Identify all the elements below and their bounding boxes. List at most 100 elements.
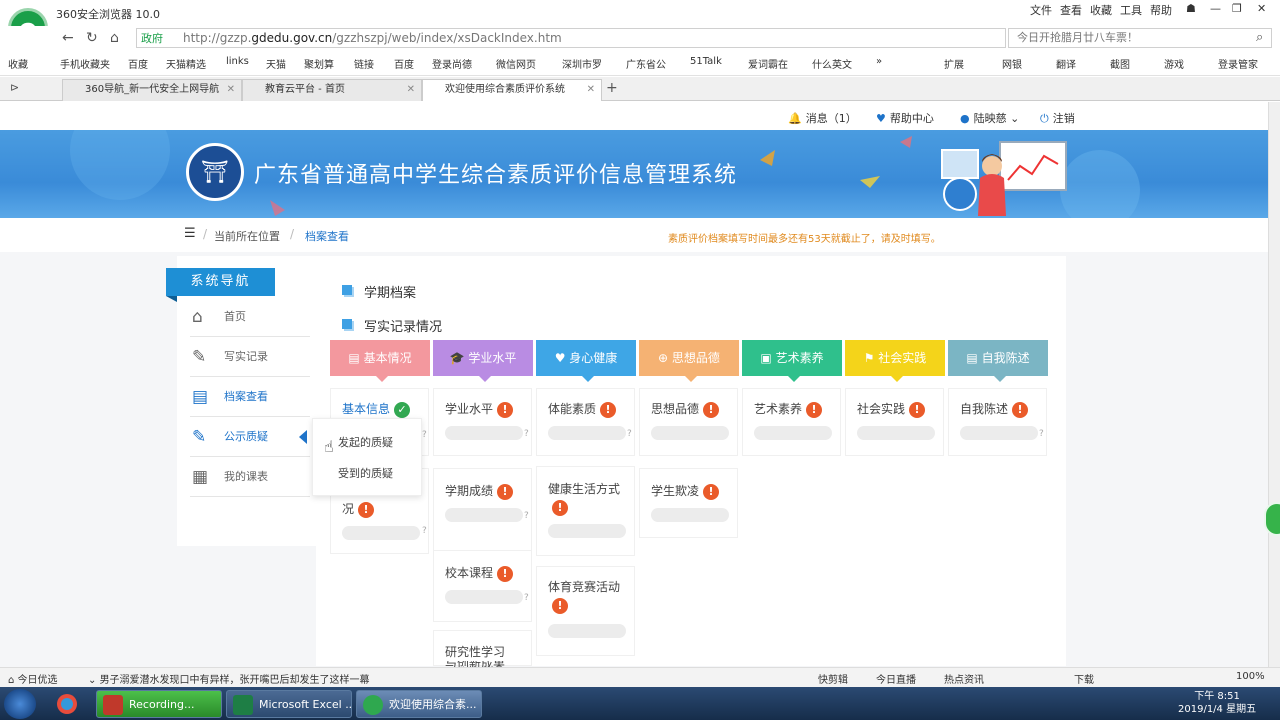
card-art[interactable] — [742, 388, 841, 456]
status-item[interactable]: 下载 — [1074, 671, 1094, 686]
close-tab-icon[interactable]: ✕ — [587, 80, 595, 100]
toolbar-item[interactable]: 截图 — [1110, 56, 1130, 71]
menu-favorites[interactable]: 收藏 — [1090, 2, 1112, 18]
address-input[interactable]: 政府 http://gzzp.gdedu.gov.cn/gzzhszpj/web… — [136, 28, 1006, 48]
menu-file[interactable]: 文件 — [1030, 2, 1052, 18]
category-morality[interactable]: ⊕ 思想品德 — [639, 340, 739, 382]
new-tab-icon[interactable]: + — [606, 80, 618, 96]
menu-icon[interactable]: ☰ — [184, 226, 196, 241]
home-browser-icon[interactable]: ⌂ — [110, 30, 119, 46]
bookmark-item[interactable]: 收藏 — [8, 56, 28, 71]
minimize-icon[interactable]: — — [1210, 2, 1221, 15]
breadcrumb-page[interactable]: 档案查看 — [305, 228, 349, 244]
toolbar-item[interactable]: 网银 — [1002, 56, 1022, 71]
bookmark-item[interactable]: 广东省公 — [626, 56, 666, 71]
help-icon[interactable]: ? — [627, 429, 632, 439]
help-icon[interactable]: ? — [422, 526, 427, 536]
help-icon[interactable]: ? — [524, 429, 529, 439]
submenu-received-queries[interactable]: 受到的质疑 — [338, 465, 393, 481]
category-art[interactable]: ▣ 艺术素养 — [742, 340, 842, 382]
menu-tools[interactable]: 工具 — [1120, 2, 1142, 18]
edit-icon: ✎ — [192, 347, 207, 367]
help-icon[interactable]: ? — [1039, 429, 1044, 439]
bookmark-item[interactable]: 聚划算 — [304, 56, 334, 71]
category-basic[interactable]: ▤ 基本情况 — [330, 340, 430, 382]
card-bullying[interactable] — [639, 468, 738, 538]
help-icon[interactable]: ? — [524, 593, 529, 603]
start-button-icon[interactable] — [4, 689, 36, 719]
card-self-statement[interactable] — [948, 388, 1047, 456]
bookmark-item[interactable]: 天猫精选 — [166, 56, 206, 71]
submenu-initiated-queries[interactable]: 发起的质疑 — [338, 434, 393, 450]
toolbar-item[interactable]: 游戏 — [1164, 56, 1184, 71]
toolbar-item[interactable]: 翻译 — [1056, 56, 1076, 71]
bookmark-item[interactable]: 百度 — [394, 56, 414, 71]
bookmark-item[interactable]: 百度 — [128, 56, 148, 71]
sidebar-item-archive[interactable]: ▤ 档案查看 — [190, 377, 310, 417]
toolbar-item[interactable]: 扩展 — [944, 56, 964, 71]
menu-help[interactable]: 帮助 — [1150, 2, 1172, 18]
category-health[interactable]: ♥ 身心健康 — [536, 340, 636, 382]
back-icon[interactable]: ← — [62, 30, 74, 46]
logout-link[interactable]: ⏻ 注销 — [1040, 110, 1075, 126]
maximize-icon[interactable]: ❐ — [1232, 2, 1242, 15]
breadcrumb-separator: / — [203, 227, 208, 241]
news-ticker[interactable]: ⌄ 男子溺爱潜水发现口中有异样，张开嘴巴后却发生了这样一幕 — [88, 671, 370, 686]
today-picks[interactable]: ⌂ 今日优选 — [8, 671, 58, 686]
help-icon[interactable]: ? — [524, 511, 529, 521]
tab-evaluation-system[interactable]: 欢迎使用综合素质评价系统 ✕ — [422, 79, 602, 101]
help-icon[interactable]: ? — [422, 430, 427, 440]
status-item[interactable]: 快剪辑 — [818, 671, 848, 686]
card-social[interactable] — [845, 388, 944, 456]
bookmark-item[interactable]: 链接 — [354, 56, 374, 71]
bookmark-item[interactable]: 爱词霸在 — [748, 56, 788, 71]
task-recording[interactable]: Recording... — [96, 690, 222, 718]
card-academic-level[interactable] — [433, 388, 532, 456]
user-menu[interactable]: ● 陆映慈 ⌄ — [960, 110, 1019, 126]
sidebar-toggle-icon[interactable]: ⊳ — [10, 81, 19, 94]
close-tab-icon[interactable]: ✕ — [227, 80, 235, 100]
zoom-level[interactable]: 100% — [1236, 671, 1265, 682]
sidebar-item-records[interactable]: ✎ 写实记录 — [190, 337, 310, 377]
category-academic[interactable]: 🎓 学业水平 — [433, 340, 533, 382]
bookmark-item[interactable]: 天猫 — [266, 56, 286, 71]
card-physical[interactable] — [536, 388, 635, 456]
sidebar-item-home[interactable]: ⌂ 首页 — [190, 297, 310, 337]
search-icon[interactable]: ⌕ — [1256, 30, 1263, 45]
close-tab-icon[interactable]: ✕ — [407, 80, 415, 100]
browser-search-input[interactable]: 今日开抢腊月廿八车票！ — [1008, 28, 1272, 48]
browser-pinned-icon[interactable] — [52, 690, 82, 718]
bookmark-item[interactable]: 51Talk — [690, 56, 722, 67]
category-self[interactable]: ▤ 自我陈述 — [948, 340, 1048, 382]
card-label[interactable]: 基本信息 ✓ — [342, 400, 411, 418]
system-clock[interactable]: 下午 8:51 2019/1/4 星期五 — [1178, 690, 1256, 716]
task-browser[interactable]: 欢迎使用综合素... — [356, 690, 482, 718]
tab-360-nav[interactable]: 360导航_新一代安全上网导航 ✕ — [62, 79, 242, 101]
sidebar-item-notice[interactable]: ✎ 公示质疑 — [190, 417, 310, 457]
window-skin-icon[interactable]: ☗ — [1186, 2, 1196, 15]
bookmark-item[interactable]: 什么英文 — [812, 56, 852, 71]
refresh-icon[interactable]: ↻ — [86, 30, 98, 46]
category-social[interactable]: ⚑ 社会实践 — [845, 340, 945, 382]
messages-link[interactable]: 🔔 消息（1） — [788, 110, 857, 126]
bookmark-item[interactable]: 微信网页 — [496, 56, 536, 71]
sidebar-item-schedule[interactable]: ▦ 我的课表 — [190, 457, 310, 497]
bookmark-item[interactable]: links — [226, 56, 249, 67]
task-excel[interactable]: Microsoft Excel ... — [226, 690, 352, 718]
warning-icon: ! — [497, 565, 514, 582]
toolbar-item[interactable]: 登录管家 — [1218, 56, 1258, 71]
page-scrollbar[interactable] — [1268, 102, 1280, 667]
bookmark-item[interactable]: 深圳市罗 — [562, 56, 602, 71]
menu-view[interactable]: 查看 — [1060, 2, 1082, 18]
bookmarks-more-icon[interactable]: » — [876, 56, 882, 67]
close-window-icon[interactable]: ✕ — [1257, 2, 1266, 15]
tab-edu-cloud[interactable]: 教育云平台 - 首页 ✕ — [242, 79, 422, 101]
floating-assistant-icon[interactable] — [1264, 502, 1280, 536]
bookmark-item[interactable]: 手机收藏夹 — [60, 56, 110, 71]
status-item[interactable]: 热点资讯 — [944, 671, 984, 686]
status-item[interactable]: 今日直播 — [876, 671, 916, 686]
bookmark-item[interactable]: 登录尚德 — [432, 56, 472, 71]
card-morality[interactable] — [639, 388, 738, 456]
card-school-courses[interactable] — [433, 550, 532, 622]
help-center-link[interactable]: ♥ 帮助中心 — [876, 110, 934, 126]
